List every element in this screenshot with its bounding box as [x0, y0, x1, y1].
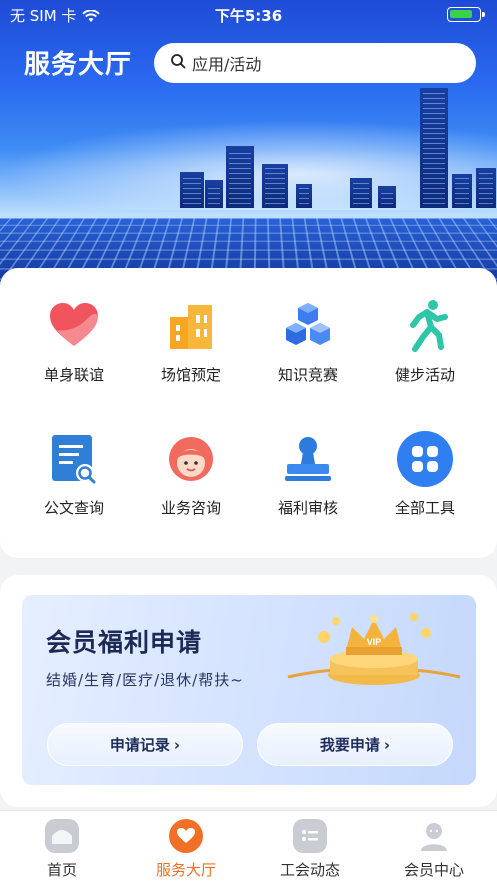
- tool-all-tools[interactable]: 全部工具: [370, 431, 480, 518]
- page-title: 服务大厅: [24, 50, 133, 80]
- search-icon: [170, 53, 186, 73]
- all-tools-icon: [397, 431, 453, 487]
- building-icon: [163, 298, 219, 354]
- tool-knowledge-contest[interactable]: 知识竞赛: [253, 298, 363, 385]
- service-hall-icon: [169, 819, 203, 853]
- runner-icon: [397, 298, 453, 354]
- cubes-icon: [280, 298, 336, 354]
- tools-card: 单身联谊 场馆预定 知识竞赛 健步活动 公文查询 业务咨询 福利审核 全部工具: [0, 268, 497, 558]
- status-time: 下午5:36: [214, 7, 283, 25]
- tool-label: 全部工具: [394, 499, 455, 517]
- tool-welfare-review[interactable]: 福利审核: [253, 431, 363, 518]
- welfare-subtitle: 结婚/生育/医疗/退休/帮扶~: [46, 671, 244, 689]
- bottom-tab-bar: 首页 服务大厅 工会动态 会员中心: [0, 810, 497, 883]
- welfare-title: 会员福利申请: [46, 628, 203, 657]
- status-bar: 无 SIM 卡 下午5:36: [0, 0, 497, 28]
- customer-service-icon: [163, 431, 219, 487]
- tab-label: 首页: [46, 861, 77, 879]
- tab-service-hall[interactable]: 服务大厅: [124, 819, 248, 880]
- tool-label: 福利审核: [277, 499, 338, 517]
- welfare-section: 会员福利申请 结婚/生育/医疗/退休/帮扶~ VIP 申请记录 › 我要申请 ›: [0, 575, 497, 807]
- battery-icon: [447, 7, 485, 22]
- document-search-icon: [46, 431, 102, 487]
- tab-home[interactable]: 首页: [0, 819, 124, 880]
- stamp-icon: [280, 431, 336, 487]
- tool-label: 场馆预定: [160, 366, 221, 384]
- tool-label: 知识竞赛: [277, 366, 338, 384]
- tool-document-query[interactable]: 公文查询: [19, 431, 129, 518]
- apply-now-button[interactable]: 我要申请 ›: [257, 723, 453, 766]
- heart-icon: [46, 298, 102, 354]
- tool-venue-booking[interactable]: 场馆预定: [136, 298, 246, 385]
- chevron-right-icon: ›: [173, 735, 181, 754]
- news-icon: [293, 819, 327, 853]
- tab-label: 会员中心: [403, 861, 464, 879]
- tool-walking-activity[interactable]: 健步活动: [370, 298, 480, 385]
- tab-union-news[interactable]: 工会动态: [248, 819, 372, 880]
- tool-label: 公文查询: [43, 499, 104, 517]
- member-icon: [417, 819, 451, 853]
- welfare-card: 会员福利申请 结婚/生育/医疗/退休/帮扶~ VIP 申请记录 › 我要申请 ›: [22, 595, 476, 785]
- vip-badge-text: VIP: [367, 637, 382, 647]
- search-placeholder: 应用/活动: [192, 55, 262, 74]
- home-icon: [45, 819, 79, 853]
- tool-business-consult[interactable]: 业务咨询: [136, 431, 246, 518]
- search-input[interactable]: 应用/活动: [154, 43, 476, 83]
- tool-label: 健步活动: [394, 366, 455, 384]
- chevron-right-icon: ›: [383, 735, 391, 754]
- vip-crown-icon: VIP: [284, 607, 464, 695]
- tool-label: 单身联谊: [43, 366, 104, 384]
- apply-records-button[interactable]: 申请记录 ›: [47, 723, 243, 766]
- tab-label: 服务大厅: [155, 861, 216, 879]
- tab-label: 工会动态: [279, 861, 340, 879]
- tool-single-social[interactable]: 单身联谊: [19, 298, 129, 385]
- tab-member-center[interactable]: 会员中心: [372, 819, 496, 880]
- tool-label: 业务咨询: [160, 499, 221, 517]
